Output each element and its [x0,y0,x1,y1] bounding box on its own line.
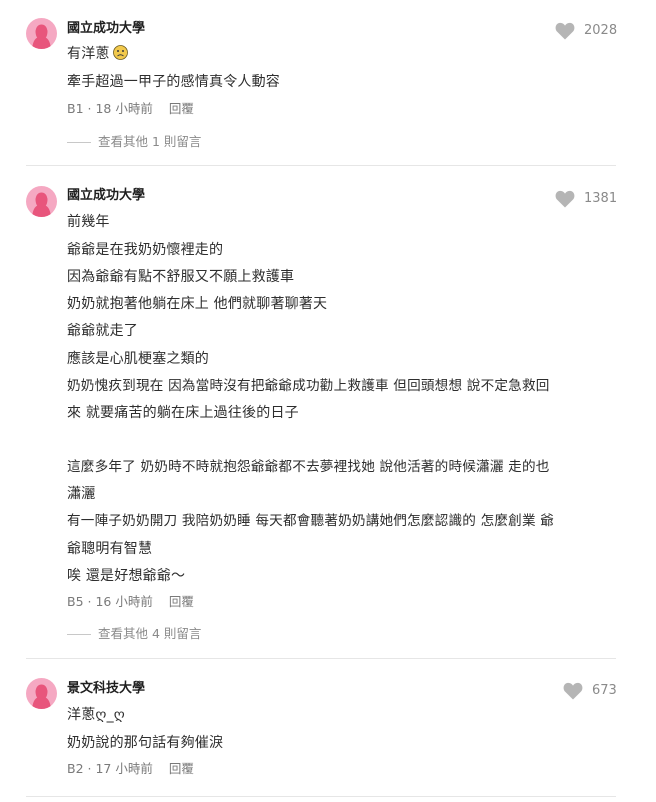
female-avatar-icon[interactable] [26,18,57,49]
comment-line: 來 就要痛苦的躺在床上過往後的日子 [67,405,299,421]
comment-divider [26,165,616,166]
author-school[interactable]: 國立成功大學 [67,21,145,37]
like-button[interactable]: 673 [563,682,617,700]
female-avatar-icon[interactable] [26,678,57,709]
comment-line: 因為爺爺有點不舒服又不願上救護車 [67,269,295,285]
comment-line: 有洋蔥 [67,45,128,63]
comment-line: 爺爺就走了 [67,323,138,339]
comment-line: 應該是心肌梗塞之類的 [67,351,209,367]
like-count: 2028 [584,23,618,38]
comment-divider [26,796,616,797]
comment-line: 奶奶愧疚到現在 因為當時沒有把爺爺成功勸上救護車 但回頭想想 說不定急救回 [67,378,550,394]
divider-dash [67,634,91,635]
comment-line: 有一陣子奶奶開刀 我陪奶奶睡 每天都會聽著奶奶講她們怎麼認識的 怎麼創業 爺 [67,513,555,529]
floor-and-time: B1 · 18 小時前 [67,101,153,116]
comment-line: 前幾年 [67,214,110,230]
like-count: 673 [592,683,617,698]
heart-icon [563,682,583,700]
heart-icon [555,190,575,208]
comment-line: 奶奶說的那句話有夠催淚 [67,735,224,751]
comment-meta: B2 · 17 小時前 回覆 [67,761,194,777]
like-button[interactable]: 1381 [555,190,617,208]
like-count: 1381 [584,191,618,206]
heart-icon [555,22,575,40]
female-avatar-icon[interactable] [26,186,57,217]
author-school[interactable]: 景文科技大學 [67,681,145,697]
comment-line: 這麼多年了 奶奶時不時就抱怨爺爺都不去夢裡找她 說他活著的時候瀟灑 走的也 [67,459,550,475]
floor-and-time: B5 · 16 小時前 [67,594,153,609]
like-button[interactable]: 2028 [555,22,617,40]
view-more-replies[interactable]: 查看其他 1 則留言 [67,134,201,150]
comment-line: 唉 還是好想爺爺～ [67,568,186,584]
divider-dash [67,142,91,143]
reply-button[interactable]: 回覆 [169,761,194,776]
comment-divider [26,658,616,659]
view-more-replies[interactable]: 查看其他 4 則留言 [67,626,201,642]
author-school[interactable]: 國立成功大學 [67,188,145,204]
comment-line: 爺爺是在我奶奶懷裡走的 [67,242,224,258]
comment-meta: B5 · 16 小時前 回覆 [67,594,194,610]
reply-button[interactable]: 回覆 [169,101,194,116]
comment-line: 洋蔥ღ_ღ [67,707,126,723]
comment-line: 奶奶就抱著他躺在床上 他們就聊著聊著天 [67,296,328,312]
reply-button[interactable]: 回覆 [169,594,194,609]
comment-feed: 國立成功大學 2028 有洋蔥 牽手超過一甲子的感情真令人動容 B1 · 18 … [0,0,656,802]
sad-face-emoji-icon [112,45,128,60]
comment-line: 牽手超過一甲子的感情真令人動容 [67,74,280,90]
comment-line: 爺聰明有智慧 [67,541,153,557]
floor-and-time: B2 · 17 小時前 [67,761,153,776]
comment-meta: B1 · 18 小時前 回覆 [67,101,194,117]
comment-line: 瀟灑 [67,486,96,502]
